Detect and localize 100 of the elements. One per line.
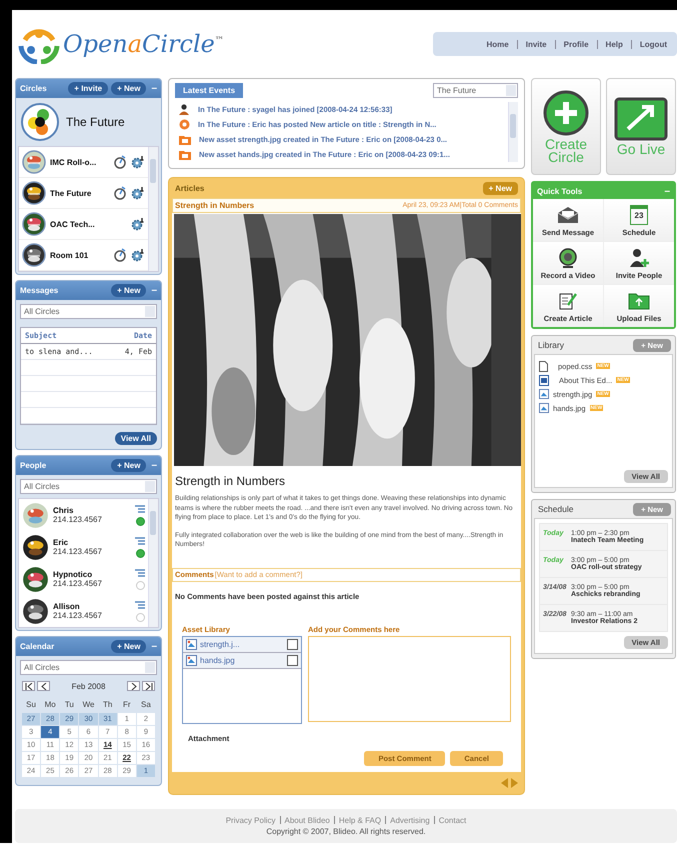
folder-icon xyxy=(179,134,191,144)
checkbox[interactable] xyxy=(287,654,298,666)
circle-item[interactable]: Room 101 xyxy=(19,240,148,271)
folder-icon xyxy=(179,150,191,160)
list-icon[interactable] xyxy=(135,504,145,512)
circle-item[interactable]: The Future xyxy=(19,178,148,209)
footer-link[interactable]: About Blideo xyxy=(284,816,330,825)
collapse-button[interactable]: – xyxy=(149,641,159,652)
weekday-label: Tu xyxy=(64,699,75,711)
checkbox[interactable] xyxy=(287,638,298,650)
person-item[interactable]: Allison 214.123.4567 xyxy=(19,595,148,627)
stopwatch-icon[interactable] xyxy=(113,186,127,200)
nav-link[interactable]: Logout xyxy=(640,40,667,48)
person-item[interactable]: Chris 214.123.4567 xyxy=(19,499,148,531)
month-label: Feb 2008 xyxy=(70,682,106,690)
panel-title: Messages xyxy=(20,286,60,295)
collapse-button[interactable]: – xyxy=(149,285,159,296)
gear-icon[interactable] xyxy=(131,155,145,169)
logo-text: OpenaCircle$^{™}$ xyxy=(63,30,224,58)
collapse-button[interactable]: – xyxy=(149,460,159,471)
header-button[interactable]: + New xyxy=(111,82,146,95)
weekday-label: Th xyxy=(102,699,114,711)
previous-year-button[interactable] xyxy=(22,681,35,691)
word-file-icon xyxy=(539,374,549,386)
footer-link[interactable]: Privacy Policy xyxy=(226,816,276,825)
article-heading: Strength in Numbers xyxy=(175,474,286,488)
panel-title: Calendar xyxy=(20,642,56,651)
collapse-button[interactable]: – xyxy=(664,186,670,196)
folder-icon xyxy=(628,291,650,311)
phone-number: 214.123.4567 xyxy=(53,611,103,620)
person-name: Chris xyxy=(53,506,74,515)
webcam-icon xyxy=(558,248,578,268)
person-name: Hypnotico xyxy=(53,570,94,579)
scrollbar[interactable] xyxy=(508,102,518,162)
previous-month-button[interactable] xyxy=(37,681,50,691)
panel-title: Articles xyxy=(175,184,204,192)
circle-dropdown[interactable]: The Future xyxy=(433,83,518,98)
phone-number: 214.123.4567 xyxy=(53,547,103,556)
person-name: Eric xyxy=(53,538,70,547)
list-icon[interactable] xyxy=(135,568,145,576)
chevron-right-icon xyxy=(130,682,136,690)
document-icon xyxy=(539,360,548,372)
new-button[interactable]: + New xyxy=(482,182,518,194)
list-icon[interactable] xyxy=(135,600,145,608)
new-button[interactable]: + New xyxy=(111,640,146,653)
phone-number: 214.123.4567 xyxy=(53,515,103,524)
double-right-icon xyxy=(144,682,152,690)
calendar-icon: 23 xyxy=(630,205,648,225)
document-pen-icon xyxy=(558,291,578,311)
image-file-icon xyxy=(539,389,549,399)
badge-icon xyxy=(179,119,190,130)
panel-title: Quick Tools xyxy=(537,186,582,196)
gear-icon[interactable] xyxy=(131,248,145,262)
scrollbar[interactable] xyxy=(148,147,158,271)
panel-title: Schedule xyxy=(538,504,574,514)
list-icon[interactable] xyxy=(135,536,145,544)
weekday-label: Su xyxy=(25,699,37,711)
circle-dropdown[interactable]: All Circles xyxy=(20,304,157,319)
nav-link[interactable]: Profile xyxy=(564,40,589,48)
circle-logo-icon xyxy=(20,102,60,142)
nav-link[interactable]: Home xyxy=(486,40,509,48)
chevron-left-icon xyxy=(40,682,46,690)
scrollbar[interactable] xyxy=(148,499,158,627)
article-title[interactable]: Strength in Numbers xyxy=(175,201,254,210)
circle-item[interactable]: IMC Roll-o... xyxy=(19,147,148,178)
new-button[interactable]: + New xyxy=(111,284,146,297)
person-item[interactable]: Eric 214.123.4567 xyxy=(19,531,148,563)
nav-link[interactable]: Invite xyxy=(526,40,547,48)
weekday-label: Sa xyxy=(140,699,152,711)
double-left-icon xyxy=(24,682,32,690)
image-file-icon xyxy=(186,638,197,650)
new-button[interactable]: + New xyxy=(111,459,146,472)
weekday-label: Mo xyxy=(44,699,57,711)
circle-dropdown[interactable]: All Circles xyxy=(20,660,157,675)
view-all-button[interactable]: View All xyxy=(114,432,157,445)
header-button[interactable]: + Invite xyxy=(68,82,108,95)
footer-link[interactable]: Contact xyxy=(438,816,466,825)
copyright-text: Copyright © 2007, Blideo. All rights reserved. xyxy=(266,826,426,836)
gear-icon[interactable] xyxy=(131,217,145,231)
collapse-button[interactable]: – xyxy=(149,83,159,94)
stopwatch-icon[interactable] xyxy=(113,155,127,169)
next-month-button[interactable] xyxy=(127,681,140,691)
person-name: Allison xyxy=(53,602,81,611)
comment-input[interactable] xyxy=(308,636,511,722)
stopwatch-icon[interactable] xyxy=(113,248,127,262)
gear-icon[interactable] xyxy=(131,186,145,200)
envelope-icon xyxy=(557,205,579,225)
weekday-label: Fr xyxy=(122,699,132,711)
add-person-icon xyxy=(629,248,649,268)
person-item[interactable]: Hypnotico 214.123.4567 xyxy=(19,563,148,595)
image-file-icon xyxy=(186,654,197,666)
image-file-icon xyxy=(539,403,549,413)
next-year-button[interactable] xyxy=(142,681,155,691)
circle-item[interactable]: OAC Tech... xyxy=(19,209,148,240)
circle-dropdown[interactable]: All Circles xyxy=(20,479,157,494)
nav-link[interactable]: Help xyxy=(606,40,623,48)
footer-link[interactable]: Help & FAQ xyxy=(338,816,382,825)
footer-link[interactable]: Advertising xyxy=(390,816,430,825)
person-icon xyxy=(179,104,190,115)
current-circle-name: The Future xyxy=(66,115,125,129)
